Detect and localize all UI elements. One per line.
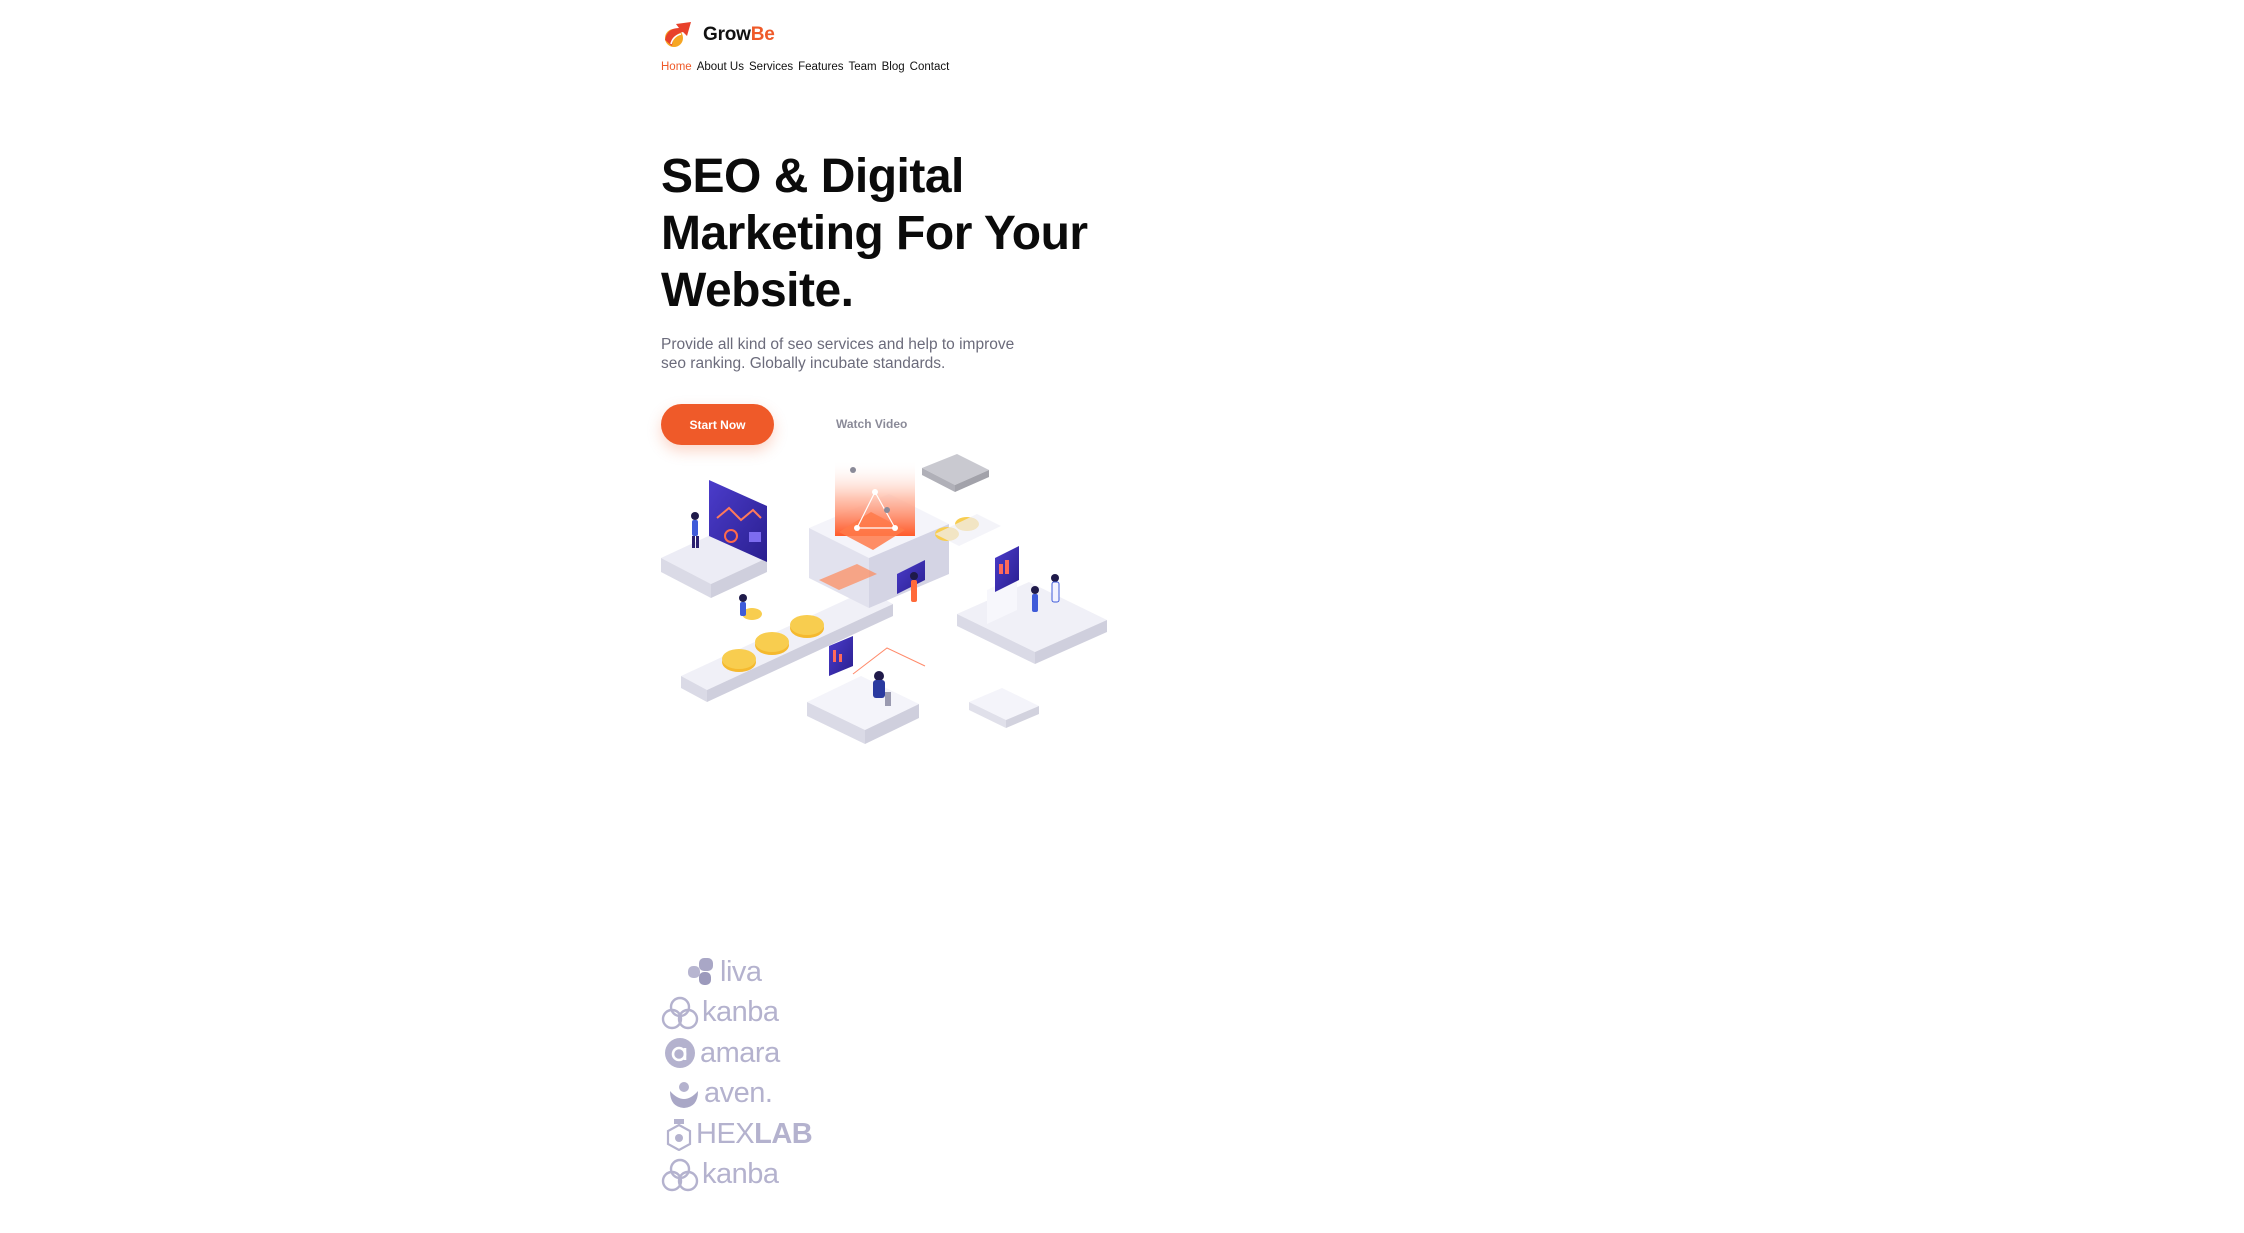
nav-about-us[interactable]: About Us [697,61,744,73]
nav-services[interactable]: Services [749,61,793,73]
hero-description-line-2: seo ranking. Globally incubate standards… [661,355,946,372]
logo-text-grow: Grow [703,24,751,45]
brand-name-kanba: kanba [702,996,779,1029]
hexlab-logo-icon [666,1119,692,1152]
kanba-logo-icon [661,996,699,1029]
brand-name-hexlab: HEXLAB [696,1117,813,1151]
brand-name-aven: aven. [704,1077,773,1110]
brand-name-kanba-2: kanba [702,1158,779,1191]
brand-amara: amara [661,1033,861,1074]
hero-description: Provide all kind of seo services and hel… [661,335,1061,373]
hero-title: SEO & Digital Marketing For Your Website… [661,148,1131,319]
brand-name-hexlab-bold: LAB [754,1117,813,1150]
brand-name-liva: liva [720,955,762,988]
brand-name-hexlab-light: HEX [696,1117,755,1150]
amara-logo-icon [665,1038,695,1069]
logo-text-be: Be [750,24,775,45]
brand-liva: liva [661,952,861,993]
brand-logos: liva kanba amara aven. HEXLAB kanba [661,952,861,1195]
small-platform [969,688,1039,728]
hero-title-line-3: Website. [661,264,854,317]
logo-text: GrowBe [703,24,775,46]
hero-title-line-2: Marketing For Your [661,207,1088,260]
nav-contact[interactable]: Contact [910,61,950,73]
meeting-platform [957,546,1107,664]
central-machine [809,460,949,608]
growbe-rocket-icon [665,22,691,47]
site-logo[interactable]: GrowBe [661,18,775,52]
hero-title-line-1: SEO & Digital [661,150,964,203]
brand-aven: aven. [661,1074,861,1115]
brand-kanba: kanba [661,993,861,1034]
nav-blog[interactable]: Blog [882,61,905,73]
isometric-seo-illustration [661,454,1107,744]
start-now-button[interactable]: Start Now [661,404,774,445]
nav-home[interactable]: Home [661,61,692,73]
gray-platform [922,454,989,492]
workstation-platform [807,636,926,744]
brand-kanba-2: kanba [661,1155,861,1196]
brand-name-amara: amara [700,1036,780,1069]
analytics-platform [661,480,767,598]
aven-logo-icon [670,1081,698,1108]
page: GrowBe Home About Us Services Features T… [0,0,2244,1233]
brand-hexlab: HEXLAB [661,1114,861,1155]
hero-description-line-1: Provide all kind of seo services and hel… [661,336,1015,353]
watch-video-button[interactable]: Watch Video [836,404,907,445]
kanba-logo-icon [661,1158,699,1191]
nav-features[interactable]: Features [798,61,843,73]
nav-team[interactable]: Team [849,61,877,73]
liva-logo-icon [688,958,713,986]
main-nav: Home About Us Services Features Team Blo… [661,61,949,73]
